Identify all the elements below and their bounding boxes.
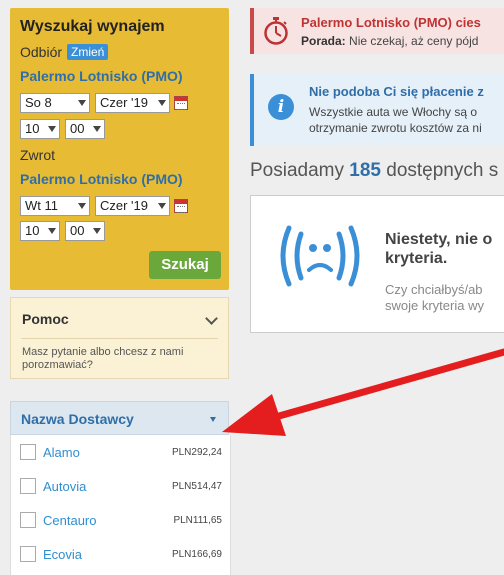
list-item[interactable]: Alamo PLN292,24 [11, 435, 230, 469]
vendor-price: PLN166,69 [171, 549, 222, 560]
info-text: Wszystkie auta we Włochy są o otrzymanie… [309, 104, 482, 136]
return-month-select[interactable]: Czer '19 [95, 196, 170, 216]
pickup-day-select[interactable]: So 8 [20, 93, 90, 113]
divider [21, 338, 218, 339]
info-line-1: Wszystkie auta we Włochy są o [309, 105, 478, 119]
vendor-filter-title: Nazwa Dostawcy [21, 411, 134, 427]
search-title: Wyszukaj wynajem [20, 18, 165, 35]
search-panel: Wyszukaj wynajem Odbiór Zmień Palermo Lo… [10, 8, 229, 290]
no-results-line-4: swoje kryteria wy [385, 298, 484, 313]
help-title: Pomoc [22, 311, 69, 327]
return-day-value: Wt 11 [25, 198, 58, 213]
calendar-icon[interactable] [174, 96, 188, 110]
vendor-name[interactable]: Ecovia [43, 547, 82, 562]
pickup-day-value: So 8 [25, 95, 52, 110]
calendar-icon[interactable] [174, 199, 188, 213]
change-location-button[interactable]: Zmień [67, 44, 109, 60]
vendor-name[interactable]: Autovia [43, 479, 86, 494]
chevron-down-icon [158, 100, 166, 106]
pickup-hour-value: 10 [25, 121, 40, 136]
return-day-select[interactable]: Wt 11 [20, 196, 90, 216]
pickup-hour-select[interactable]: 10 [20, 119, 60, 139]
return-hour-select[interactable]: 10 [20, 221, 60, 241]
alert-tip: Porada: Nie czekaj, aż ceny pójd [301, 34, 478, 48]
tip-label: Porada: [301, 34, 346, 48]
info-title[interactable]: Nie podoba Ci się płacenie z [309, 84, 484, 99]
vendor-name[interactable]: Alamo [43, 445, 80, 460]
return-hour-value: 10 [25, 223, 40, 238]
chevron-down-icon [158, 203, 166, 209]
vendor-name[interactable]: Centauro [43, 513, 96, 528]
info-line-2: otrzymanie zwrotu kosztów za ni [309, 121, 482, 135]
return-minute-select[interactable]: 00 [65, 221, 105, 241]
alert-title: Palermo Lotnisko (PMO) cies [301, 15, 481, 30]
vendor-checkbox[interactable] [20, 444, 36, 460]
pickup-location: Palermo Lotnisko (PMO) [20, 68, 183, 84]
chevron-down-icon [78, 203, 86, 209]
search-button[interactable]: Szukaj [149, 251, 221, 279]
caret-down-icon[interactable] [210, 417, 216, 422]
pickup-label: Odbiór [20, 44, 63, 60]
vendor-price: PLN514,47 [171, 481, 222, 492]
chevron-down-icon [93, 126, 101, 132]
location-alert: Palermo Lotnisko (PMO) cies Porada: Nie … [250, 8, 504, 54]
chevron-down-icon [93, 228, 101, 234]
pickup-minute-value: 00 [70, 121, 85, 136]
list-item[interactable]: Ecovia PLN166,69 [11, 537, 230, 571]
vendor-checkbox[interactable] [20, 478, 36, 494]
chevron-down-icon [78, 100, 86, 106]
vendor-price: PLN111,65 [173, 515, 222, 526]
pickup-minute-select[interactable]: 00 [65, 119, 105, 139]
return-month-value: Czer '19 [100, 198, 149, 213]
chevron-down-icon[interactable] [205, 312, 218, 325]
vendor-checkbox[interactable] [20, 546, 36, 562]
chevron-down-icon [48, 126, 56, 132]
no-results-title: Niestety, nie o kryteria. [385, 230, 492, 268]
info-alert: i Nie podoba Ci się płacenie z Wszystkie… [250, 74, 504, 146]
availability-heading: Posiadamy 185 dostępnych s [250, 160, 498, 182]
vendor-filter-header[interactable]: Nazwa Dostawcy [10, 401, 229, 435]
pickup-month-value: Czer '19 [100, 95, 149, 110]
availability-prefix: Posiadamy [250, 160, 344, 181]
vendor-list: Alamo PLN292,24 Autovia PLN514,47 Centau… [10, 435, 231, 575]
no-results-line-2: kryteria. [385, 250, 448, 267]
help-text: Masz pytanie albo chcesz z nami porozmaw… [22, 346, 184, 371]
list-item[interactable]: Centauro PLN111,65 [11, 503, 230, 537]
stopwatch-icon [264, 17, 288, 45]
return-location: Palermo Lotnisko (PMO) [20, 171, 183, 187]
vendor-price: PLN292,24 [171, 447, 222, 458]
availability-suffix: dostępnych s [386, 160, 499, 181]
help-panel[interactable]: Pomoc Masz pytanie albo chcesz z nami po… [10, 297, 229, 379]
chevron-down-icon [48, 228, 56, 234]
no-results-line-3: Czy chciałbyś/ab [385, 282, 483, 297]
availability-count: 185 [349, 160, 381, 181]
return-label: Zwrot [20, 147, 55, 163]
no-results-line-1: Niestety, nie o [385, 231, 493, 248]
list-item[interactable]: Autovia PLN514,47 [11, 469, 230, 503]
vendor-checkbox[interactable] [20, 512, 36, 528]
return-minute-value: 00 [70, 223, 85, 238]
tip-text: Nie czekaj, aż ceny pójd [349, 34, 479, 48]
pickup-month-select[interactable]: Czer '19 [95, 93, 170, 113]
info-icon: i [268, 94, 294, 120]
sad-face-icon [280, 225, 360, 287]
no-results-card: Niestety, nie o kryteria. Czy chciałbyś/… [250, 195, 504, 333]
no-results-text: Czy chciałbyś/ab swoje kryteria wy [385, 282, 484, 314]
